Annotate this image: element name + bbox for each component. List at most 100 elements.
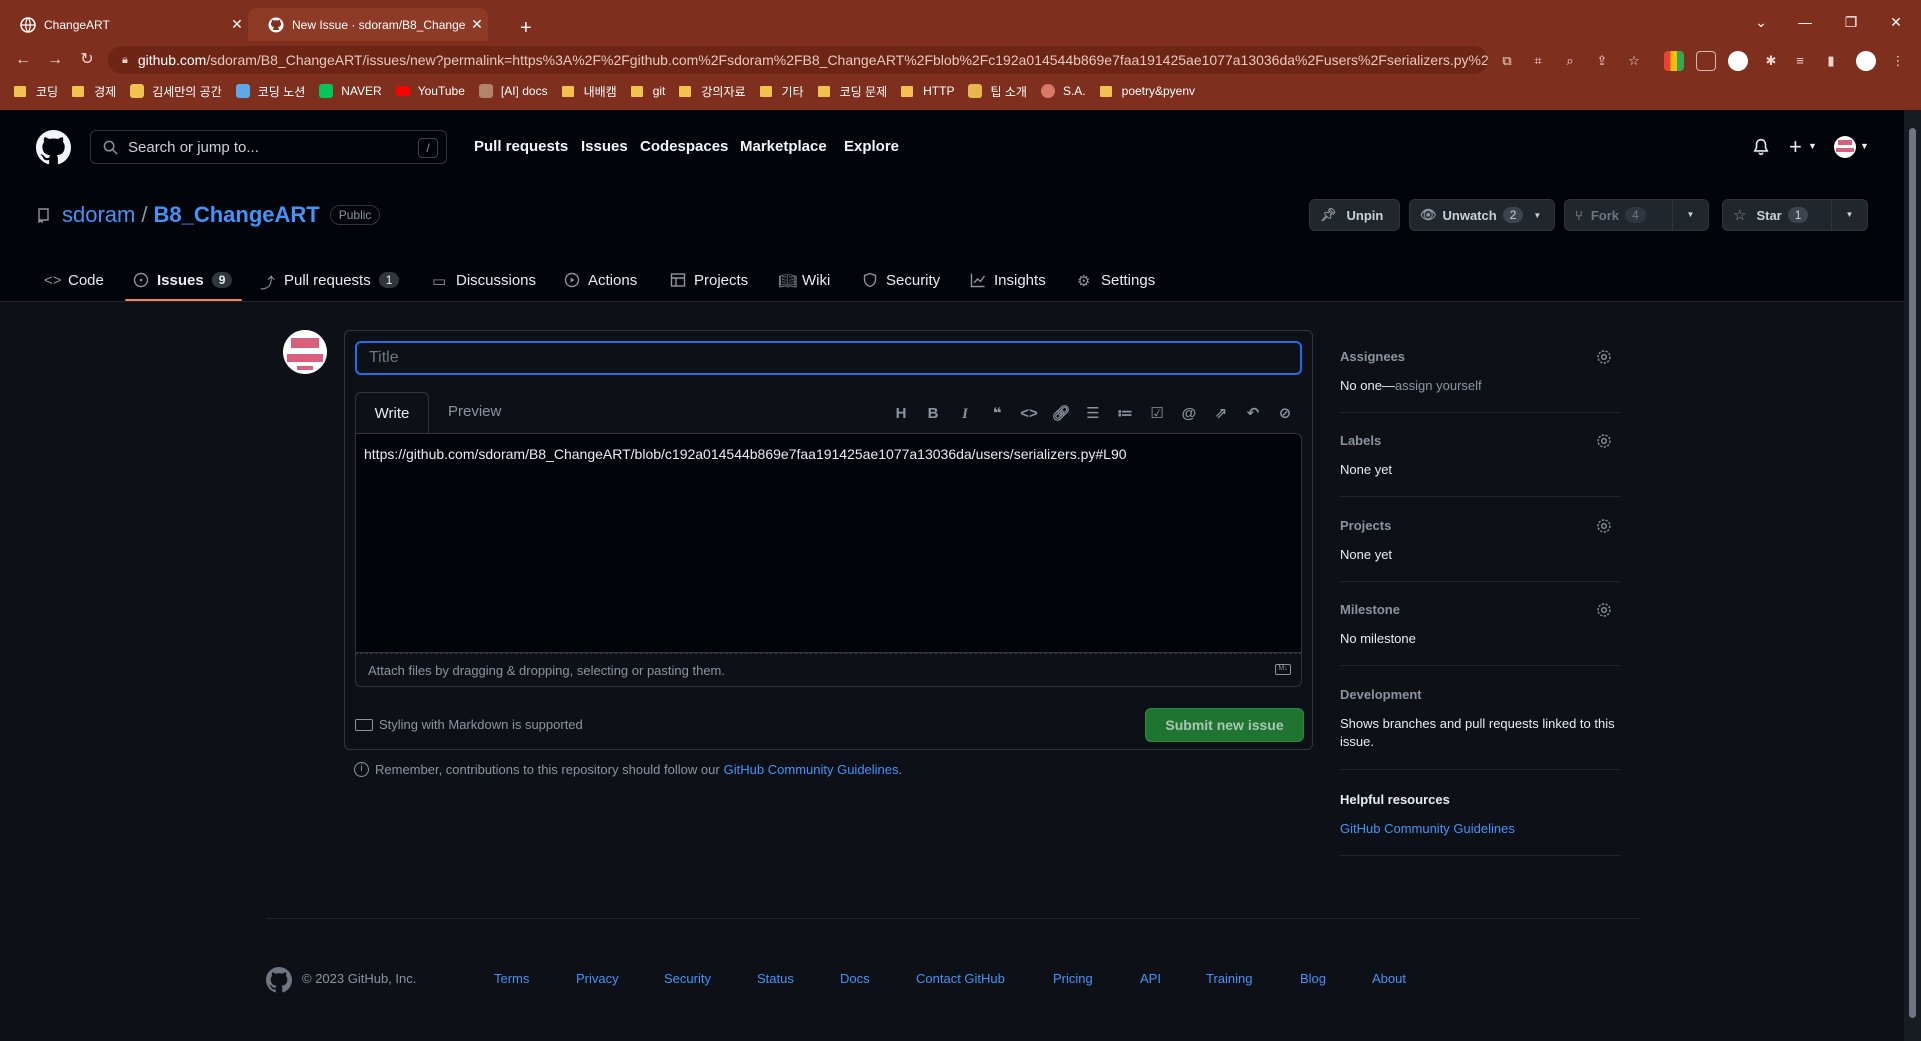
bookmark-item[interactable]: 팁 소개 [968, 83, 1027, 100]
tab-code[interactable]: <> Code [44, 264, 104, 296]
zoom-icon[interactable]: ⌕ [1562, 53, 1578, 69]
attach-files-area[interactable]: Attach files by dragging & dropping, sel… [355, 653, 1302, 687]
heading-icon[interactable]: H [885, 404, 917, 424]
bookmark-item[interactable]: 코딩 노션 [235, 83, 305, 100]
labels-heading[interactable]: Labels [1340, 433, 1620, 448]
tab-projects[interactable]: Projects [670, 264, 748, 296]
nav-codespaces[interactable]: Codespaces [640, 138, 728, 155]
bookmark-item[interactable]: S.A. [1040, 84, 1086, 98]
author-avatar[interactable] [283, 330, 327, 374]
community-guidelines-link[interactable]: GitHub Community Guidelines [1340, 821, 1515, 836]
tab-insights[interactable]: Insights [970, 264, 1046, 296]
github-logo-icon[interactable] [266, 967, 292, 993]
assign-yourself-link[interactable]: assign yourself [1395, 378, 1482, 393]
nav-pull-requests[interactable]: Pull requests [474, 138, 568, 155]
issue-body-textarea[interactable]: https://github.com/sdoram/B8_ChangeART/b… [355, 433, 1302, 653]
unordered-list-icon[interactable]: ☰ [1077, 404, 1109, 424]
bookmark-item[interactable]: 기타 [759, 83, 804, 100]
github-logo-icon[interactable] [36, 130, 71, 165]
back-arrow-icon[interactable]: ← [12, 49, 34, 71]
italic-icon[interactable]: I [949, 404, 981, 424]
restore-icon[interactable]: ❐ [1828, 14, 1874, 31]
issue-title-input[interactable] [355, 341, 1302, 375]
star-button[interactable]: ☆ Star 1 ▼ [1722, 199, 1868, 231]
repo-name-link[interactable]: B8_ChangeART [153, 202, 319, 228]
share-icon[interactable]: ⇪ [1594, 53, 1610, 69]
browser-tab-changeart[interactable]: ChangeART ✕ [0, 8, 248, 41]
gear-icon[interactable] [1596, 349, 1612, 365]
quote-icon[interactable]: ❝ [981, 404, 1013, 424]
bookmark-item[interactable]: [AI] docs [478, 84, 548, 98]
side-panel-icon[interactable]: ▮ [1823, 53, 1839, 69]
code-icon[interactable]: <> [1013, 404, 1045, 424]
tab-discussions[interactable]: ▭ Discussions [432, 264, 536, 296]
footer-link-training[interactable]: Training [1206, 971, 1252, 986]
bookmark-item[interactable]: 코딩 문제 [817, 83, 887, 100]
address-bar[interactable]: 🔒︎ github.com/sdoram/B8_ChangeART/issues… [108, 46, 1488, 74]
mention-icon[interactable]: @ [1173, 404, 1205, 424]
extensions-puzzle-icon[interactable]: ✱ [1763, 53, 1779, 69]
scrollbar-thumb[interactable] [1909, 128, 1916, 1018]
extension-color-icon[interactable] [1664, 51, 1684, 71]
bookmark-item[interactable]: 김세만의 공간 [130, 83, 222, 100]
extension-json-icon[interactable] [1696, 51, 1716, 71]
nav-issues[interactable]: Issues [581, 138, 628, 155]
ordered-list-icon[interactable]: ≔ [1109, 404, 1141, 424]
footer-link-pricing[interactable]: Pricing [1053, 971, 1093, 986]
footer-link-terms[interactable]: Terms [494, 971, 529, 986]
bookmark-item[interactable]: YouTube [395, 84, 465, 98]
close-tab-icon[interactable]: ✕ [466, 16, 488, 33]
milestone-heading[interactable]: Milestone [1340, 602, 1620, 617]
translate-icon[interactable]: ⌗ [1530, 53, 1546, 69]
markdown-note[interactable]: Styling with Markdown is supported [355, 717, 583, 732]
footer-link-blog[interactable]: Blog [1300, 971, 1326, 986]
bookmark-item[interactable]: git [630, 84, 665, 98]
cross-reference-icon[interactable]: ⇗ [1205, 404, 1237, 424]
tab-settings[interactable]: ⚙ Settings [1077, 264, 1155, 296]
slash-command-icon[interactable]: ⊘ [1269, 404, 1301, 424]
reply-icon[interactable]: ↶ [1237, 404, 1269, 424]
reading-list-icon[interactable]: ≡ [1792, 53, 1808, 69]
footer-link-contact[interactable]: Contact GitHub [916, 971, 1005, 986]
bookmark-star-icon[interactable]: ☆ [1626, 53, 1642, 69]
tab-wiki[interactable]: 📖︎ Wiki [778, 264, 830, 296]
tab-security[interactable]: Security [862, 264, 940, 296]
link-icon[interactable]: 🔗︎ [1045, 404, 1077, 424]
extension-download-icon[interactable] [1728, 51, 1748, 71]
projects-heading[interactable]: Projects [1340, 518, 1620, 533]
browser-menu-icon[interactable]: ⋮ [1890, 53, 1906, 69]
minimize-icon[interactable]: — [1782, 14, 1828, 30]
preview-tab[interactable]: Preview [448, 403, 501, 420]
footer-link-api[interactable]: API [1140, 971, 1161, 986]
footer-link-status[interactable]: Status [757, 971, 794, 986]
reload-icon[interactable]: ↻ [76, 49, 98, 71]
window-close-icon[interactable]: ✕ [1873, 14, 1919, 31]
bookmark-item[interactable]: 강의자료 [679, 83, 746, 100]
bookmark-item[interactable]: HTTP [901, 84, 954, 98]
bookmark-item[interactable]: 코딩 [14, 83, 58, 100]
gear-icon[interactable] [1596, 518, 1612, 534]
search-input[interactable]: Search or jump to... / [90, 130, 447, 164]
write-tab[interactable]: Write [355, 392, 429, 434]
tab-pull-requests[interactable]: ⤴ Pull requests 1 [260, 264, 400, 296]
footer-link-privacy[interactable]: Privacy [576, 971, 619, 986]
unwatch-button[interactable]: 👁︎ Unwatch 2 ▼ [1409, 199, 1555, 231]
bookmark-item[interactable]: poetry&pyenv [1099, 84, 1195, 98]
open-in-app-icon[interactable]: ⧉ [1499, 53, 1515, 69]
community-guidelines-link[interactable]: GitHub Community Guidelines [724, 762, 899, 777]
task-list-icon[interactable]: ☑ [1141, 404, 1173, 424]
nav-explore[interactable]: Explore [844, 138, 899, 155]
create-new-plus-icon[interactable]: + [1789, 134, 1802, 160]
new-tab-button[interactable]: + [500, 12, 532, 45]
page-scrollbar[interactable] [1904, 110, 1921, 1041]
unpin-button[interactable]: 📌︎ Unpin [1309, 199, 1400, 231]
bold-icon[interactable]: B [917, 404, 949, 424]
forward-arrow-icon[interactable]: → [44, 49, 66, 71]
fork-button[interactable]: ⑂ Fork 4 ▼ [1564, 199, 1709, 231]
profile-avatar-icon[interactable] [1856, 51, 1876, 71]
bell-icon[interactable] [1752, 138, 1770, 156]
tab-search-chevron-icon[interactable]: ⌄ [1738, 14, 1784, 31]
footer-link-security[interactable]: Security [664, 971, 711, 986]
gear-icon[interactable] [1596, 602, 1612, 618]
browser-tab-new-issue[interactable]: New Issue · sdoram/B8_Change ✕ [248, 8, 488, 41]
